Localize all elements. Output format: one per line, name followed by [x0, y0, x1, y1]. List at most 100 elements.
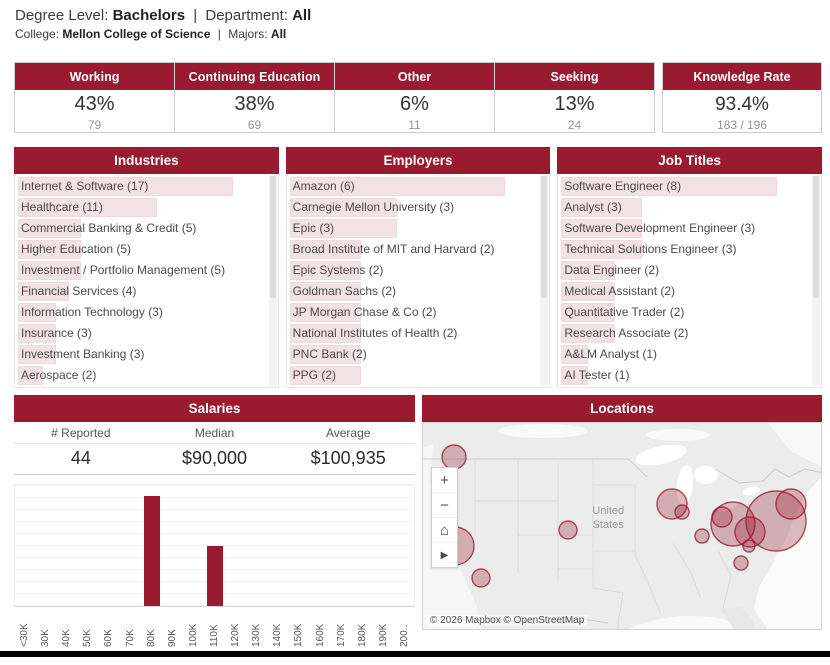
- list-item[interactable]: Software Development Engineer (3): [561, 219, 809, 238]
- x-tick-label: 30K: [40, 610, 51, 647]
- list-item[interactable]: National Institutes of Health (2): [290, 324, 538, 343]
- stat-box-continuing-education[interactable]: Continuing Education 38% 69: [175, 63, 335, 132]
- list-item[interactable]: Financial Services (4): [18, 282, 266, 301]
- x-tick-label: 180K: [357, 610, 368, 647]
- zoom-out-button[interactable]: −: [432, 493, 457, 518]
- list-item-label: Carnegie Mellon University (3): [290, 198, 538, 217]
- page-subtitle: College: Mellon College of Science | Maj…: [15, 27, 311, 41]
- map-terrain: [646, 429, 710, 441]
- list-item-label: PNC Bank (2): [290, 345, 538, 364]
- list-item[interactable]: Higher Education (5): [18, 240, 266, 259]
- degree-level-label: Degree Level:: [15, 7, 108, 24]
- location-bubble[interactable]: [743, 540, 755, 552]
- employers-panel: Employers Amazon (6) Carnegie Mellon Univ…: [286, 147, 551, 388]
- list-item[interactable]: Amazon (6): [290, 177, 538, 196]
- list-item-label: A&LM Analyst (1): [561, 345, 809, 364]
- location-bubble[interactable]: [442, 445, 466, 469]
- salaries-panel-title: Salaries: [14, 395, 415, 422]
- list-item[interactable]: Epic Systems (2): [290, 261, 538, 280]
- list-item[interactable]: Investment Banking (3): [18, 345, 266, 364]
- location-bubble[interactable]: [695, 529, 709, 543]
- list-item[interactable]: Analyst (3): [561, 198, 809, 217]
- list-item[interactable]: Carnegie Mellon University (3): [290, 198, 538, 217]
- list-item-label: Goldman Sachs (2): [290, 282, 538, 301]
- expand-button[interactable]: ▶: [432, 543, 457, 567]
- employers-panel-title: Employers: [286, 147, 551, 174]
- map-attribution[interactable]: © 2026 Mapbox © OpenStreetMap: [427, 615, 587, 626]
- list-item[interactable]: A&LM Analyst (1): [561, 345, 809, 364]
- list-item[interactable]: Broad Institute of MIT and Harvard (2): [290, 240, 538, 259]
- histogram-bin: [372, 485, 393, 606]
- scrollbar-thumb[interactable]: [813, 176, 819, 298]
- list-item[interactable]: Information Technology (3): [18, 303, 266, 322]
- stat-box-working[interactable]: Working 43% 79: [15, 63, 175, 132]
- location-bubble[interactable]: [734, 556, 748, 570]
- stat-box-other[interactable]: Other 6% 11: [335, 63, 495, 132]
- page-title: Degree Level: Bachelors | Department: Al…: [15, 7, 311, 24]
- list-item-label: Data Engineer (2): [561, 261, 809, 280]
- home-button[interactable]: ⌂: [432, 518, 457, 543]
- scrollbar-thumb[interactable]: [270, 176, 276, 298]
- stat-count: 69: [175, 118, 334, 132]
- list-panels-row: Industries Internet & Software (17)Healt…: [14, 147, 822, 388]
- list-item[interactable]: Technical Solutions Engineer (3): [561, 240, 809, 259]
- stat-percent: 38%: [175, 93, 334, 116]
- scrollbar[interactable]: [540, 175, 548, 386]
- histogram-bar[interactable]: [144, 496, 160, 606]
- histogram-bin: [36, 485, 57, 606]
- list-item[interactable]: Internet & Software (17): [18, 177, 266, 196]
- list-item[interactable]: Quantitative Trader (2): [561, 303, 809, 322]
- list-item[interactable]: Goldman Sachs (2): [290, 282, 538, 301]
- list-item-label: Financial Services (4): [18, 282, 266, 301]
- histogram-bin: [15, 485, 36, 606]
- histogram-bin: [204, 485, 225, 606]
- stat-label: Continuing Education: [189, 70, 321, 84]
- x-tick: 150K: [288, 610, 309, 647]
- scrollbar-thumb[interactable]: [541, 176, 547, 298]
- locations-map[interactable]: + − ⌂ ▶ United States © 2026 Mapbox © Op…: [422, 422, 822, 630]
- x-tick-label: 140K: [272, 610, 283, 647]
- map-toolbar: + − ⌂ ▶: [431, 467, 458, 568]
- list-item[interactable]: Research Associate (2): [561, 324, 809, 343]
- zoom-in-button[interactable]: +: [432, 468, 457, 493]
- x-tick-label: 200..: [399, 610, 410, 647]
- industries-list: Internet & Software (17) Healthcare (11) C…: [14, 174, 279, 388]
- x-tick: <30K: [14, 610, 35, 647]
- x-tick: 120K: [225, 610, 246, 647]
- x-tick: 70K: [120, 610, 141, 647]
- list-item-label: Aerospace (2): [18, 366, 266, 385]
- list-item[interactable]: Data Engineer (2): [561, 261, 809, 280]
- list-item[interactable]: AI Tester (1): [561, 366, 809, 385]
- stat-box-knowledge-rate[interactable]: Knowledge Rate 93.4% 183 / 196: [662, 62, 822, 133]
- list-item[interactable]: Aerospace (2): [18, 366, 266, 385]
- stat-box-seeking[interactable]: Seeking 13% 24: [495, 63, 654, 132]
- list-item[interactable]: Epic (3): [290, 219, 538, 238]
- location-bubble[interactable]: [559, 521, 577, 539]
- majors-value: All: [271, 27, 286, 41]
- location-bubble[interactable]: [675, 505, 689, 519]
- scrollbar[interactable]: [812, 175, 820, 386]
- list-item[interactable]: Medical Assistant (2): [561, 282, 809, 301]
- list-item[interactable]: Healthcare (11): [18, 198, 266, 217]
- histogram-bar[interactable]: [207, 546, 223, 607]
- location-bubble[interactable]: [472, 569, 490, 587]
- list-item[interactable]: PNC Bank (2): [290, 345, 538, 364]
- x-tick: 60K: [98, 610, 119, 647]
- salary-median-col: Median $90,000: [148, 422, 282, 474]
- list-item[interactable]: Insurance (3): [18, 324, 266, 343]
- list-item[interactable]: Software Engineer (8): [561, 177, 809, 196]
- x-tick: 30K: [35, 610, 56, 647]
- x-tick-label: 100K: [188, 610, 199, 647]
- list-item[interactable]: Commercial Banking & Credit (5): [18, 219, 266, 238]
- location-bubble[interactable]: [776, 489, 806, 519]
- stat-count: 11: [335, 118, 494, 132]
- list-item[interactable]: JP Morgan Chase & Co (2): [290, 303, 538, 322]
- outcome-stats-group: Working 43% 79 Continuing Education 38% …: [14, 62, 655, 133]
- x-tick-label: 110K: [209, 610, 220, 647]
- department-value: All: [292, 7, 311, 24]
- list-item[interactable]: PPG (2): [290, 366, 538, 385]
- x-tick-label: 120K: [230, 610, 241, 647]
- list-item[interactable]: Investment / Portfolio Management (5): [18, 261, 266, 280]
- scrollbar[interactable]: [269, 175, 277, 386]
- list-item-label: Analyst (3): [561, 198, 809, 217]
